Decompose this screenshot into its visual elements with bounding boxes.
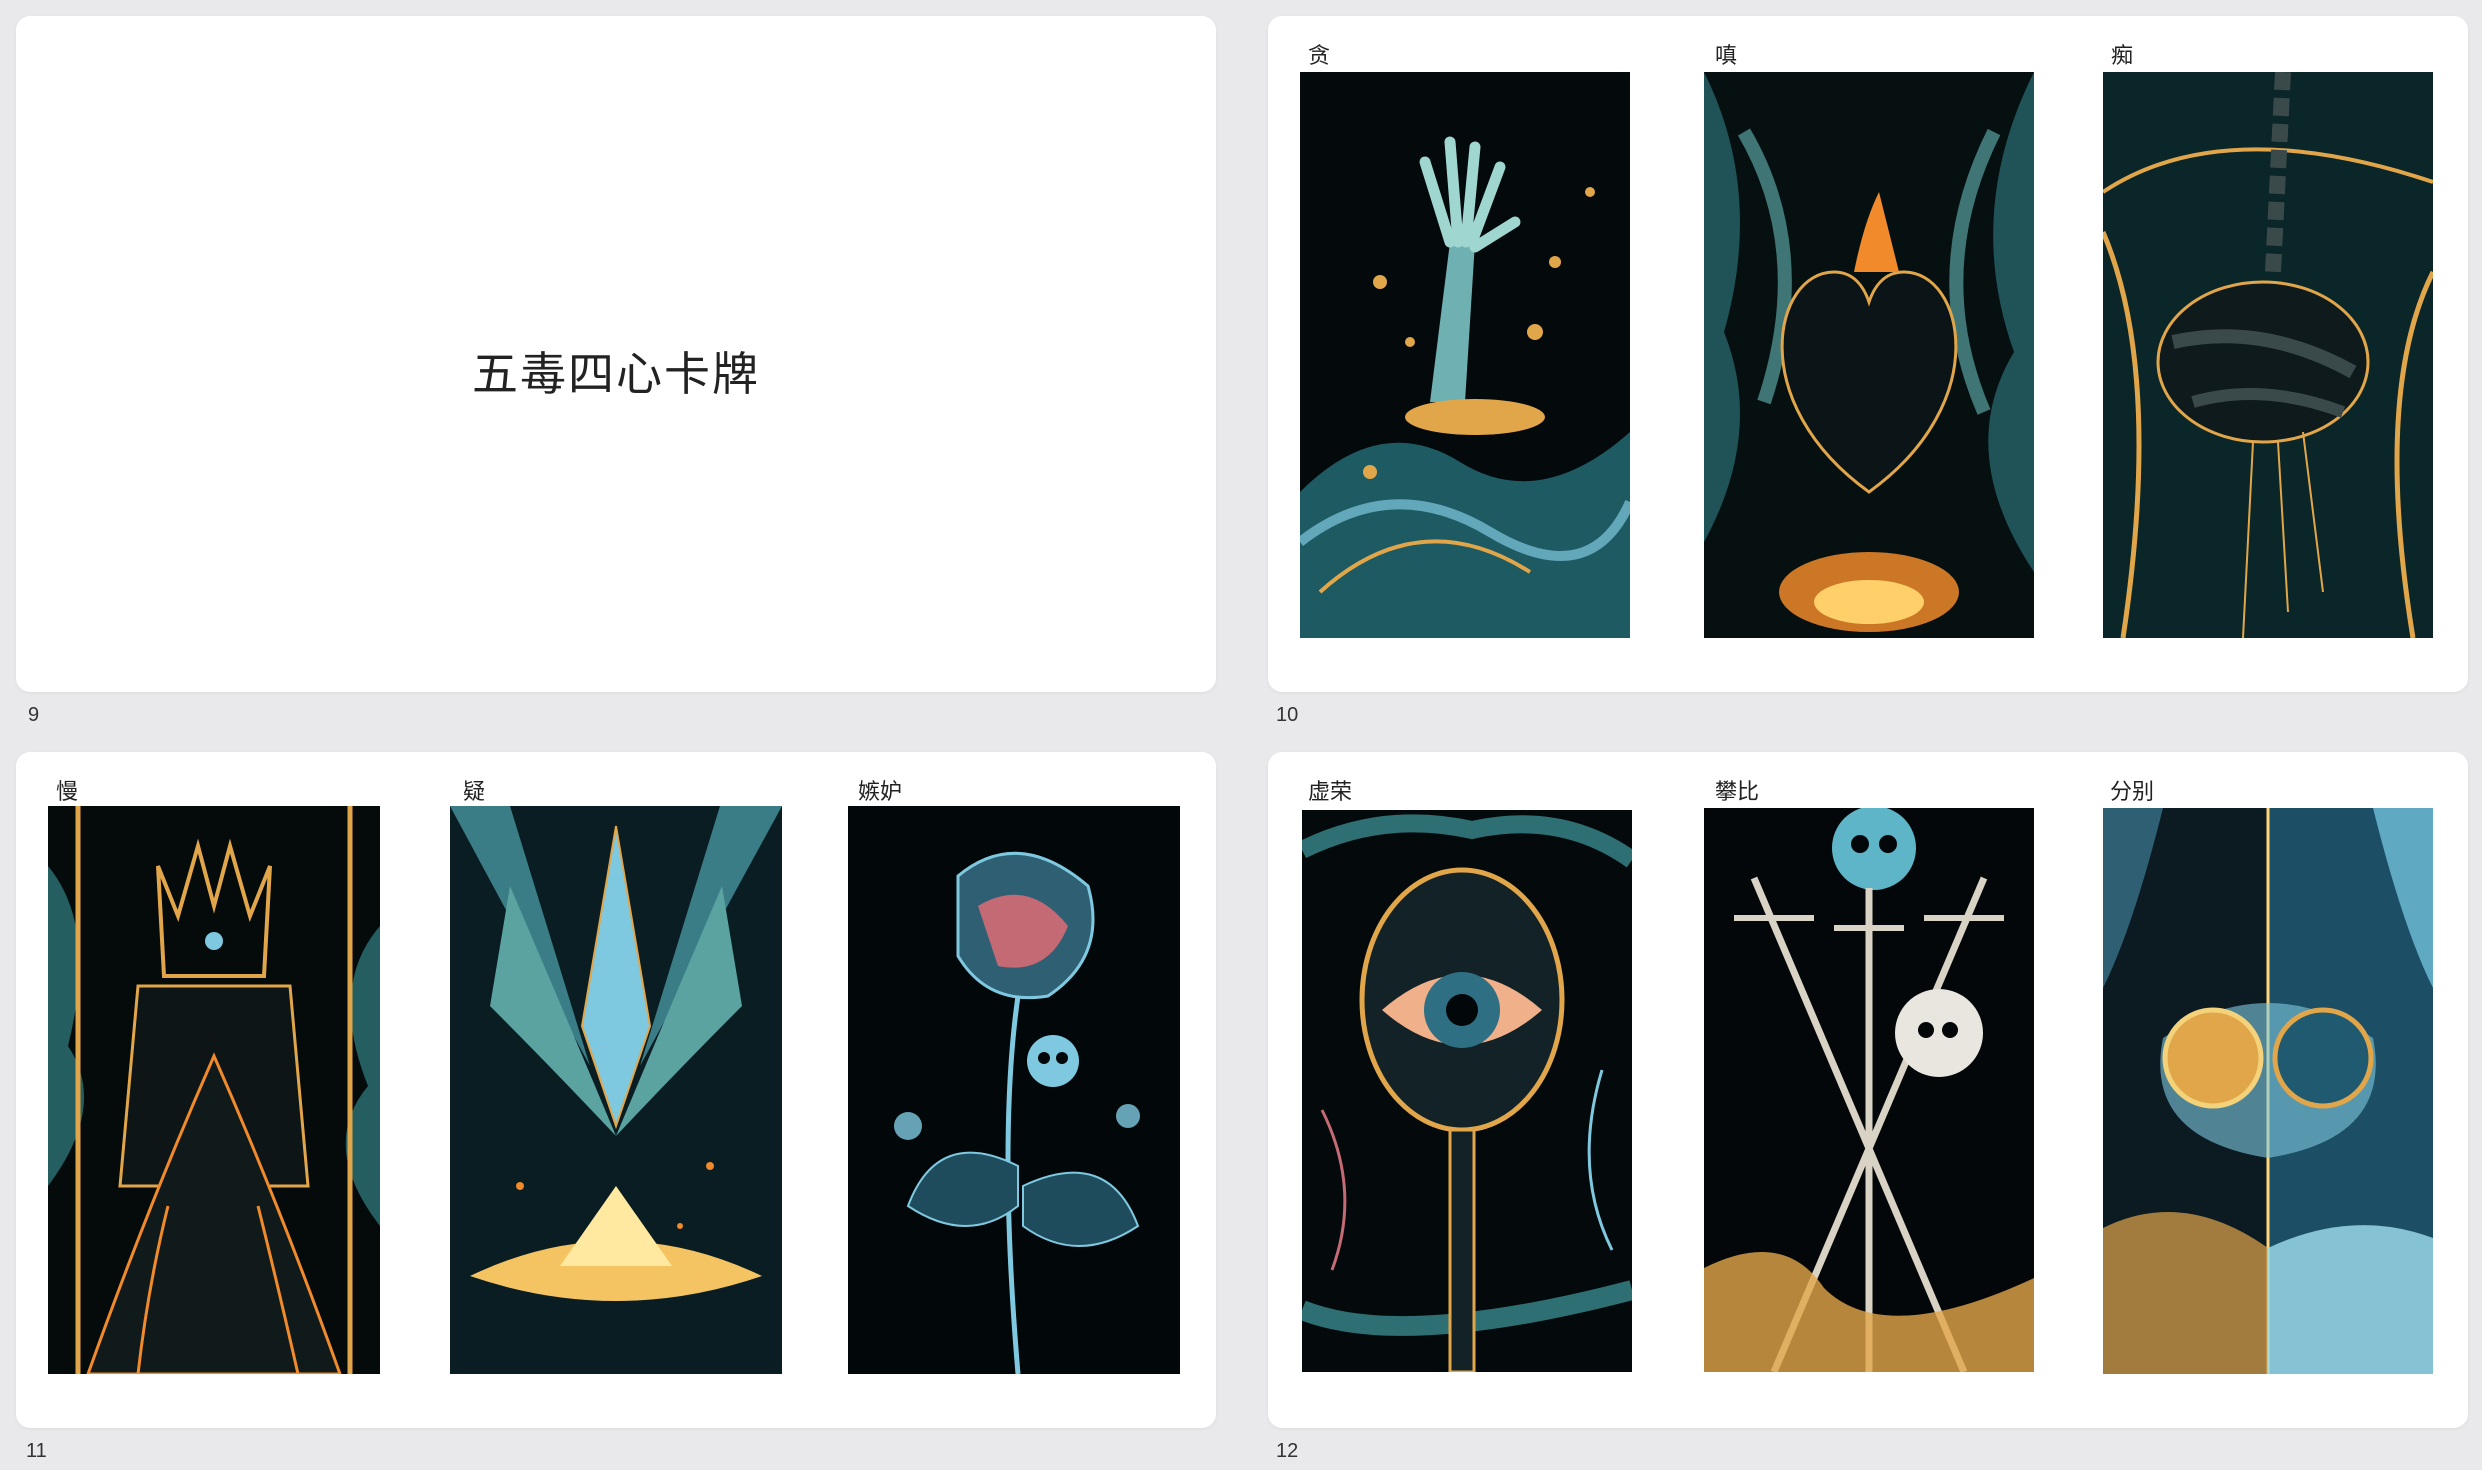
card-label: 贪: [1308, 44, 1331, 69]
slide-10[interactable]: 贪 嗔 痴: [1268, 16, 2468, 692]
skulls-swords-icon: [1704, 808, 2034, 1372]
card-label: 嗔: [1715, 44, 1738, 69]
card-label: 疑: [463, 780, 486, 805]
rose-skull-icon: [848, 806, 1180, 1374]
card-label: 攀比: [1715, 780, 1760, 805]
slide-9[interactable]: 五毒四心卡牌: [16, 16, 1216, 692]
throne-king-icon: [48, 806, 380, 1374]
card-label: 痴: [2111, 44, 2134, 69]
slide-number: 12: [1276, 1440, 1299, 1462]
deck-title: 五毒四心卡牌: [472, 347, 760, 401]
split-lemon-icon: [2103, 808, 2433, 1374]
burning-heart-icon: [1704, 72, 2034, 638]
card-label: 分别: [2110, 780, 2155, 805]
slide-number: 11: [26, 1440, 47, 1462]
card-label: 慢: [56, 780, 79, 805]
chained-brain-icon: [2103, 72, 2433, 638]
slide-number: 9: [28, 704, 40, 726]
mirror-eye-icon: [1302, 810, 1632, 1372]
slide-12[interactable]: 虚荣 攀比 分别: [1268, 752, 2468, 1428]
crystal-plant-icon: [450, 806, 782, 1374]
slide-number: 10: [1276, 704, 1299, 726]
skeleton-hand-coins-icon: [1300, 72, 1630, 638]
card-label: 虚荣: [1308, 780, 1353, 805]
slide-11[interactable]: 慢 疑 嫉妒: [16, 752, 1216, 1428]
card-label: 嫉妒: [858, 780, 903, 805]
